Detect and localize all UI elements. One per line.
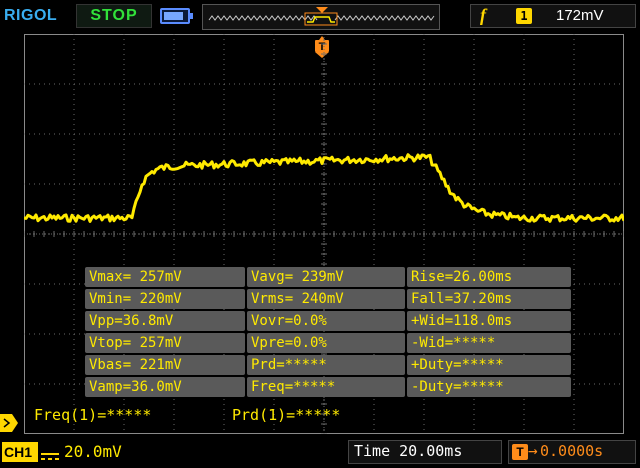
channel1-label[interactable]: CH1 xyxy=(2,442,38,462)
measurement-row: Vmin= 220mV Vrms= 240mV Fall=37.20ms xyxy=(84,288,572,310)
trigger-channel-badge: 1 xyxy=(516,8,532,24)
trigger-edge-icon: f xyxy=(480,5,486,25)
measure-neg-duty[interactable]: -Duty=***** xyxy=(407,377,571,397)
brand-logo: RIGOL xyxy=(4,7,58,24)
freq-readout: Freq(1)=***** xyxy=(34,406,152,424)
time-offset-value: 0.0000s xyxy=(540,442,604,460)
measure-vtop[interactable]: Vtop= 257mV xyxy=(85,333,245,353)
measurement-row: Vmax= 257mV Vavg= 239mV Rise=26.00ms xyxy=(84,266,572,288)
channel-ground-marker-icon[interactable] xyxy=(0,414,18,432)
dc-coupling-icon xyxy=(40,447,60,460)
measurement-row: Vamp=36.0mV Freq=***** -Duty=***** xyxy=(84,376,572,398)
measure-prd[interactable]: Prd=***** xyxy=(247,355,405,375)
measurement-row: Vpp=36.8mV Vovr=0.0% +Wid=118.0ms xyxy=(84,310,572,332)
measure-vmax[interactable]: Vmax= 257mV xyxy=(85,267,245,287)
measure-fall[interactable]: Fall=37.20ms xyxy=(407,289,571,309)
measure-freq[interactable]: Freq=***** xyxy=(247,377,405,397)
time-offset-arrow: → xyxy=(528,441,538,460)
measure-neg-width[interactable]: -Wid=***** xyxy=(407,333,571,353)
measure-vavg[interactable]: Vavg= 239mV xyxy=(247,267,405,287)
measure-vmin[interactable]: Vmin= 220mV xyxy=(85,289,245,309)
measure-rise[interactable]: Rise=26.00ms xyxy=(407,267,571,287)
memory-bar-icon xyxy=(202,4,440,30)
timebase-scale: Time 20.00ms xyxy=(354,442,463,460)
channel1-scale: 20.0mV xyxy=(64,442,122,461)
trigger-level: 172mV xyxy=(556,7,604,24)
measure-pos-duty[interactable]: +Duty=***** xyxy=(407,355,571,375)
battery-icon xyxy=(160,8,193,24)
run-stop-status[interactable]: STOP xyxy=(76,4,152,28)
prd-readout: Prd(1)=***** xyxy=(232,406,341,424)
measure-vpp[interactable]: Vpp=36.8mV xyxy=(85,311,245,331)
measurement-table: Vmax= 257mV Vavg= 239mV Rise=26.00ms Vmi… xyxy=(84,266,572,398)
measure-pos-width[interactable]: +Wid=118.0ms xyxy=(407,311,571,331)
measure-vovr[interactable]: Vovr=0.0% xyxy=(247,311,405,331)
measurement-row: Vbas= 221mV Prd=***** +Duty=***** xyxy=(84,354,572,376)
trigger-panel[interactable] xyxy=(470,4,636,28)
measurement-row: Vtop= 257mV Vpre=0.0% -Wid=***** xyxy=(84,332,572,354)
measure-vbas[interactable]: Vbas= 221mV xyxy=(85,355,245,375)
measure-vpre[interactable]: Vpre=0.0% xyxy=(247,333,405,353)
measure-vrms[interactable]: Vrms= 240mV xyxy=(247,289,405,309)
trigger-position-icon xyxy=(316,7,328,13)
measure-vamp[interactable]: Vamp=36.0mV xyxy=(85,377,245,397)
time-offset-icon: T xyxy=(512,444,528,460)
